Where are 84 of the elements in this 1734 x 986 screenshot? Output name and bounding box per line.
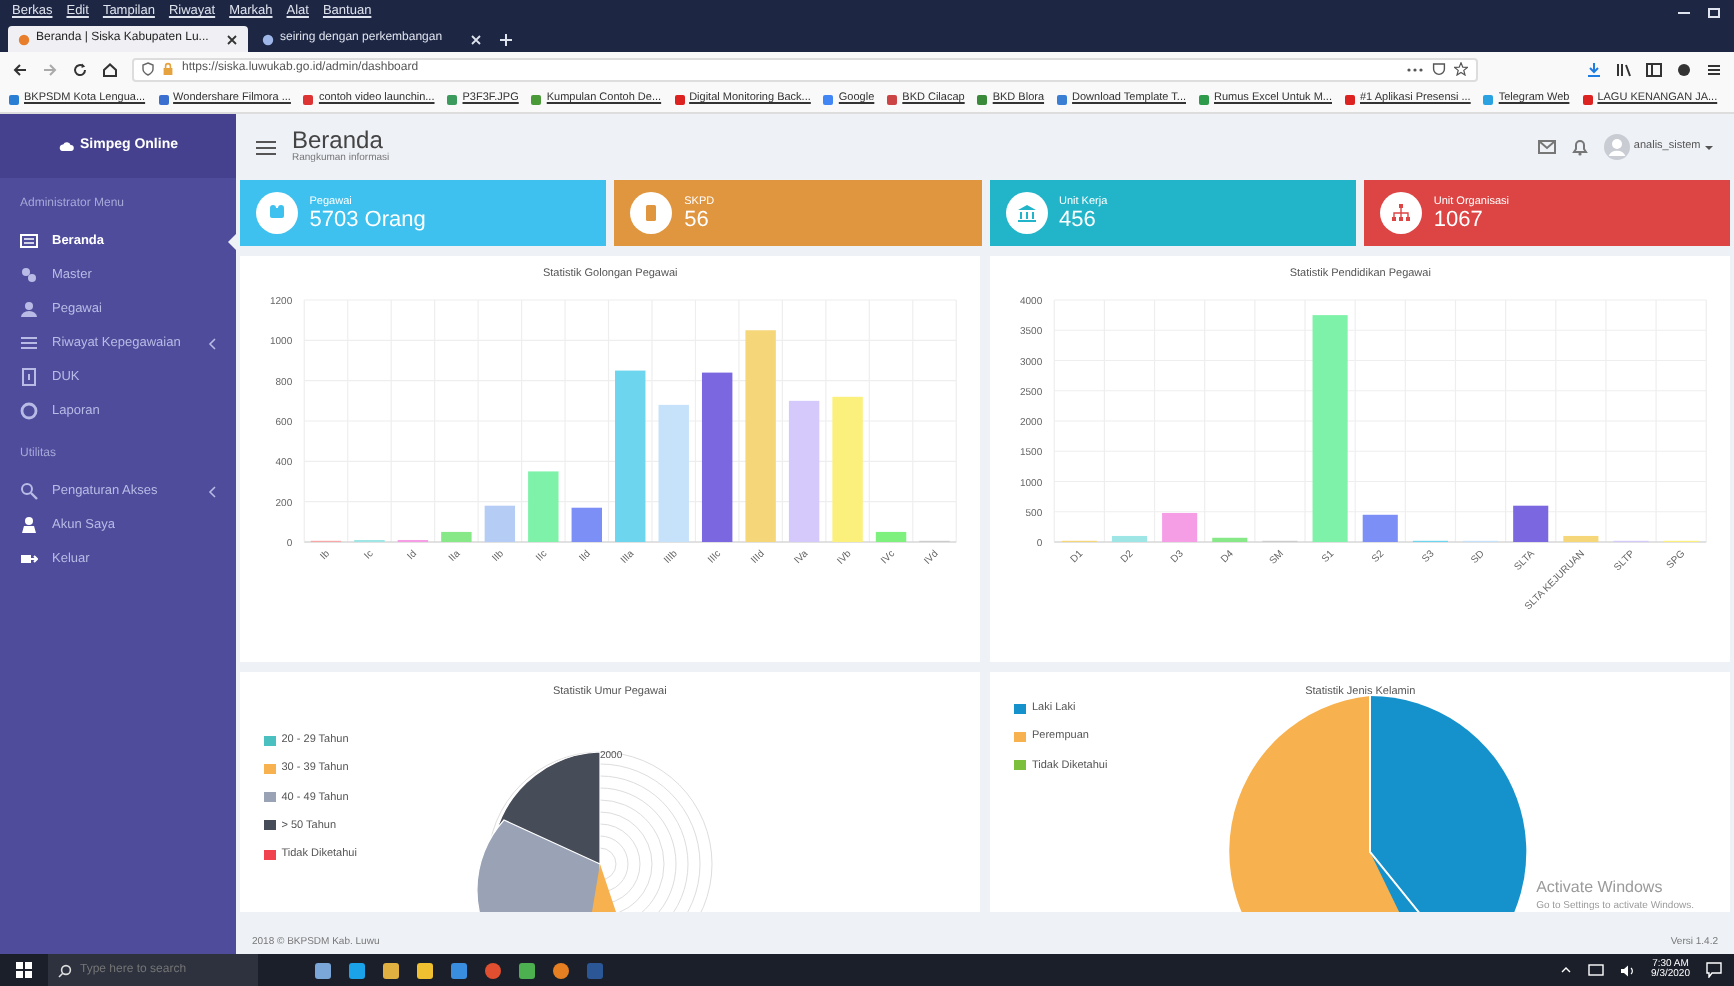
sidebar-icon[interactable] bbox=[1646, 61, 1662, 77]
page-icon bbox=[262, 33, 274, 45]
bar bbox=[1513, 505, 1549, 542]
list-icon bbox=[20, 334, 38, 352]
ring-icon bbox=[20, 402, 38, 420]
document-icon bbox=[20, 368, 38, 386]
mail-icon[interactable] bbox=[1538, 140, 1557, 154]
volume-icon[interactable] bbox=[1619, 963, 1636, 977]
avatar-icon bbox=[1604, 134, 1631, 160]
bookmark-icon bbox=[822, 93, 835, 105]
download-icon[interactable] bbox=[1586, 61, 1602, 77]
menu-icon[interactable] bbox=[256, 139, 276, 155]
page-title: Beranda bbox=[292, 127, 383, 152]
menu-icon[interactable] bbox=[1706, 61, 1722, 77]
stat-value: 5703 Orang bbox=[309, 210, 426, 233]
page-icon bbox=[18, 33, 30, 45]
edge-icon[interactable] bbox=[348, 961, 366, 979]
home-icon[interactable] bbox=[102, 61, 118, 77]
close-icon[interactable] bbox=[226, 33, 238, 45]
stat-value: 456 bbox=[1059, 210, 1098, 233]
shield-icon bbox=[142, 62, 154, 76]
store-icon[interactable] bbox=[416, 961, 434, 979]
bar bbox=[527, 471, 559, 542]
circles-icon bbox=[20, 266, 38, 284]
bar bbox=[1162, 512, 1198, 542]
star-icon[interactable] bbox=[1454, 62, 1468, 76]
lock-icon bbox=[162, 62, 174, 76]
bookmark-icon bbox=[530, 93, 543, 105]
pocket-icon[interactable] bbox=[1432, 62, 1446, 76]
person-icon bbox=[20, 516, 38, 534]
bar bbox=[875, 531, 906, 542]
app-icon[interactable] bbox=[518, 961, 536, 979]
folder-icon[interactable] bbox=[382, 961, 400, 979]
search-icon bbox=[20, 482, 38, 500]
activation-title: Activate Windows bbox=[1536, 875, 1665, 899]
bar bbox=[484, 505, 515, 542]
stat-value: 56 bbox=[684, 210, 711, 233]
bookmark-icon bbox=[302, 93, 315, 105]
bar bbox=[1362, 514, 1398, 542]
org-chart-icon bbox=[1389, 202, 1412, 224]
bookmark-icon bbox=[673, 93, 686, 105]
bookmark-icon bbox=[8, 93, 20, 105]
plus-icon[interactable] bbox=[496, 28, 516, 52]
network-icon[interactable] bbox=[1587, 963, 1604, 977]
more-icon[interactable] bbox=[1406, 63, 1424, 75]
bar bbox=[788, 400, 819, 542]
bookmark-icon bbox=[976, 93, 989, 105]
bookmark-icon bbox=[1581, 93, 1594, 105]
building-icon bbox=[1015, 202, 1037, 224]
back-icon[interactable] bbox=[12, 61, 28, 77]
bookmark-icon bbox=[446, 93, 459, 105]
bell-icon[interactable] bbox=[1572, 138, 1589, 156]
cloud-icon bbox=[57, 140, 74, 152]
task-view-icon[interactable] bbox=[314, 961, 332, 979]
exit-icon bbox=[20, 550, 38, 568]
chevron-icon bbox=[208, 337, 216, 349]
bookmark-icon bbox=[1482, 93, 1495, 105]
caret-icon bbox=[1704, 143, 1714, 151]
windows-icon[interactable] bbox=[16, 962, 32, 978]
bookmark-icon bbox=[157, 93, 170, 105]
mail-icon[interactable] bbox=[450, 961, 468, 979]
bar bbox=[1212, 537, 1248, 542]
search-icon bbox=[58, 963, 72, 977]
bookmark-icon bbox=[1344, 93, 1356, 105]
firefox-icon[interactable] bbox=[552, 961, 570, 979]
library-icon[interactable] bbox=[1616, 61, 1632, 77]
tray-caret-icon[interactable] bbox=[1559, 964, 1572, 976]
dashboard-icon bbox=[20, 232, 38, 250]
bar bbox=[1111, 535, 1148, 542]
chevron-icon bbox=[208, 485, 216, 497]
stat-value: 1067 bbox=[1433, 210, 1485, 233]
bar bbox=[658, 404, 689, 542]
bookmark-icon bbox=[886, 93, 899, 105]
reload-icon[interactable] bbox=[72, 61, 88, 77]
bar bbox=[571, 507, 602, 542]
person-icon bbox=[20, 300, 38, 318]
people-icon bbox=[265, 202, 288, 224]
notification-icon[interactable] bbox=[1706, 962, 1722, 978]
bar bbox=[440, 531, 472, 542]
chrome-icon[interactable] bbox=[484, 961, 502, 979]
bar bbox=[1563, 535, 1599, 542]
bookmark-icon bbox=[1056, 93, 1069, 105]
restore-icon[interactable] bbox=[1706, 4, 1722, 20]
bookmark-icon bbox=[1198, 93, 1210, 105]
